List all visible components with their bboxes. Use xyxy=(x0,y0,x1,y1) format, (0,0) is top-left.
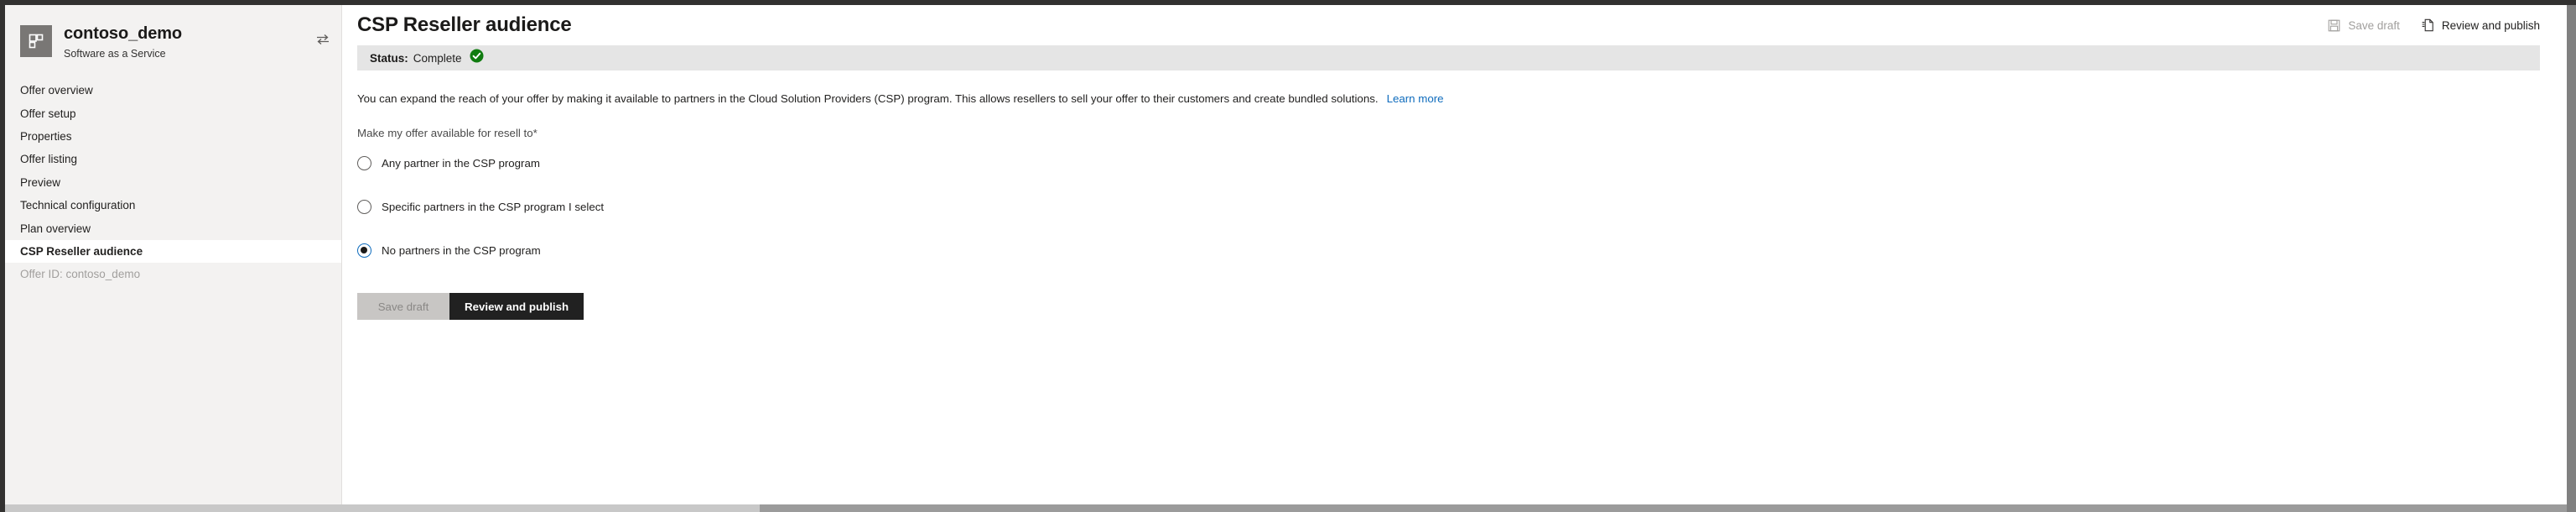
radio-spacer xyxy=(357,174,2567,196)
save-disk-icon xyxy=(2328,19,2340,32)
sidebar-item-label: Offer listing xyxy=(20,153,78,166)
sidebar-item-csp-reseller-audience[interactable]: CSP Reseller audience xyxy=(5,239,341,264)
save-draft-button: Save draft xyxy=(357,293,449,320)
app-identity: contoso_demo Software as a Service xyxy=(64,24,311,61)
sidebar-item-plan-overview[interactable]: Plan overview xyxy=(5,217,341,239)
sidebar-item-offer-listing[interactable]: Offer listing xyxy=(5,148,341,170)
form-actions: Save draft Review and publish xyxy=(357,293,2567,320)
sidebar-item-label: Preview xyxy=(20,175,61,189)
publish-page-icon xyxy=(2422,18,2434,32)
radio-option-no-partners[interactable]: No partners in the CSP program xyxy=(357,239,2567,261)
sidebar-nav: Offer overview Offer setup Properties Of… xyxy=(5,79,341,286)
status-badge: Status: Complete xyxy=(357,45,2540,71)
resell-audience-radio-group: Any partner in the CSP program Specific … xyxy=(357,152,2567,261)
radio-indicator xyxy=(357,199,371,214)
sidebar-item-label: Technical configuration xyxy=(20,199,136,212)
vertical-scrollbar[interactable] xyxy=(2567,5,2576,512)
sidebar-item-offer-id: Offer ID: contoso_demo xyxy=(5,263,341,285)
main-content: CSP Reseller audience Save draft Review … xyxy=(343,5,2567,504)
status-label: Status: xyxy=(370,51,408,65)
review-and-publish-button[interactable]: Review and publish xyxy=(449,293,584,320)
radio-spacer xyxy=(357,217,2567,239)
radio-option-specific-partners[interactable]: Specific partners in the CSP program I s… xyxy=(357,196,2567,217)
radio-option-label: Specific partners in the CSP program I s… xyxy=(382,200,605,213)
sidebar-item-properties[interactable]: Properties xyxy=(5,125,341,148)
description-body: You can expand the reach of your offer b… xyxy=(357,92,1379,105)
resell-field-label: Make my offer available for resell to* xyxy=(357,126,2567,141)
app-window: contoso_demo Software as a Service Offer… xyxy=(0,0,2576,512)
sidebar-item-label: Offer overview xyxy=(20,84,93,97)
radio-option-label: Any partner in the CSP program xyxy=(382,156,540,170)
sidebar-item-label: Properties xyxy=(20,129,72,143)
description-text: You can expand the reach of your offer b… xyxy=(357,91,2567,107)
radio-option-any-partner[interactable]: Any partner in the CSP program xyxy=(357,152,2567,174)
header-review-publish-label: Review and publish xyxy=(2441,18,2540,32)
content-header: CSP Reseller audience Save draft Review … xyxy=(343,5,2567,45)
learn-more-link[interactable]: Learn more xyxy=(1387,92,1444,105)
sidebar-item-label: Offer setup xyxy=(20,107,76,120)
sidebar-item-label: CSP Reseller audience xyxy=(20,244,143,258)
sidebar-item-technical-configuration[interactable]: Technical configuration xyxy=(5,194,341,217)
sidebar: contoso_demo Software as a Service Offer… xyxy=(5,5,342,504)
header-save-draft-label: Save draft xyxy=(2348,18,2400,32)
sidebar-item-offer-setup[interactable]: Offer setup xyxy=(5,102,341,124)
horizontal-scrollbar-thumb[interactable] xyxy=(5,504,760,512)
status-value: Complete xyxy=(413,51,462,65)
swap-offer-icon[interactable] xyxy=(316,34,330,45)
sidebar-item-label: Plan overview xyxy=(20,222,91,235)
page-title: CSP Reseller audience xyxy=(357,13,572,36)
header-actions: Save draft Review and publish xyxy=(2328,18,2540,32)
app-subtitle: Software as a Service xyxy=(64,48,166,60)
sidebar-item-label: Offer ID: contoso_demo xyxy=(20,268,141,281)
radio-indicator-selected xyxy=(357,243,371,258)
grid-tile-icon xyxy=(20,25,52,57)
sidebar-item-offer-overview[interactable]: Offer overview xyxy=(5,79,341,102)
resell-field-label-text: Make my offer available for resell to xyxy=(357,127,533,139)
app-name: contoso_demo xyxy=(64,24,183,43)
green-check-circle-icon xyxy=(470,49,484,67)
header-review-publish-button[interactable]: Review and publish xyxy=(2422,18,2540,32)
header-save-draft-button: Save draft xyxy=(2328,19,2400,32)
required-asterisk: * xyxy=(532,127,538,139)
sidebar-item-preview[interactable]: Preview xyxy=(5,171,341,194)
radio-option-label: No partners in the CSP program xyxy=(382,243,541,257)
radio-indicator xyxy=(357,155,371,170)
sidebar-header: contoso_demo Software as a Service xyxy=(5,5,341,79)
